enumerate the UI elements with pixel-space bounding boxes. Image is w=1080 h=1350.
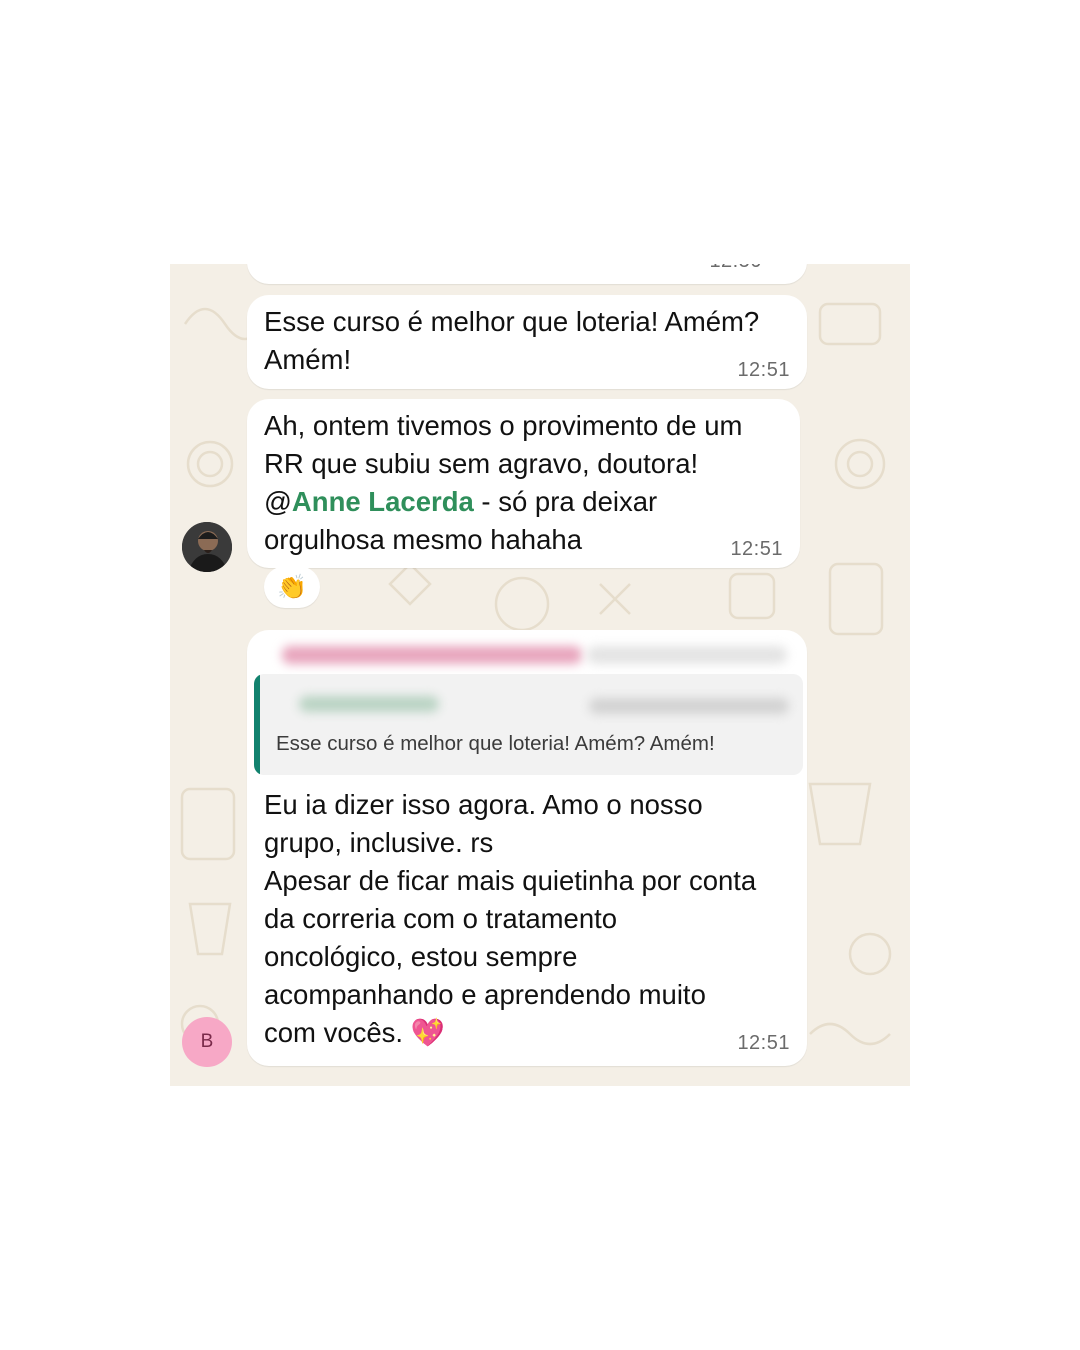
sender-avatar-initial[interactable]: B xyxy=(182,1017,232,1067)
quoted-message[interactable]: Esse curso é melhor que loteria! Amém? A… xyxy=(254,674,803,775)
quote-accent-bar xyxy=(254,674,260,775)
clapping-hands-icon: 👏 xyxy=(277,573,307,601)
chat-panel: 12:50 Esse curso é melhor que loteria! A… xyxy=(170,264,910,1086)
message-text: Eu ia dizer isso agora. Amo o nosso grup… xyxy=(264,789,757,1048)
message-bubble[interactable]: Esse curso é melhor que loteria! Amém? A… xyxy=(247,295,807,389)
sender-name-blurred xyxy=(282,646,582,664)
message-time: 12:51 xyxy=(737,359,790,381)
message-bubble[interactable]: Ah, ontem tivemos o provimento de um RR … xyxy=(247,399,800,568)
sender-phone-blurred xyxy=(587,646,787,664)
message-text: Ah, ontem tivemos o provimento de um RR … xyxy=(264,407,742,559)
quoted-phone-blurred xyxy=(589,698,789,714)
avatar-letter: B xyxy=(200,1031,214,1052)
reaction-badge[interactable]: 👏 xyxy=(264,566,320,608)
sender-avatar[interactable] xyxy=(182,522,232,572)
quoted-text: Esse curso é melhor que loteria! Amém? A… xyxy=(276,732,715,755)
quoted-author-blurred xyxy=(299,696,439,712)
message-time: 12:51 xyxy=(730,538,783,560)
mention-link[interactable]: Anne Lacerda xyxy=(292,486,474,517)
message-text: Esse curso é melhor que loteria! Amém? A… xyxy=(264,306,760,375)
message-time: 12:50 xyxy=(709,264,762,273)
message-time: 12:51 xyxy=(737,1032,790,1054)
previous-message-bubble: 12:50 xyxy=(247,264,807,284)
reply-message-bubble[interactable]: Esse curso é melhor que loteria! Amém? A… xyxy=(247,630,807,1066)
person-photo-icon xyxy=(182,522,232,572)
